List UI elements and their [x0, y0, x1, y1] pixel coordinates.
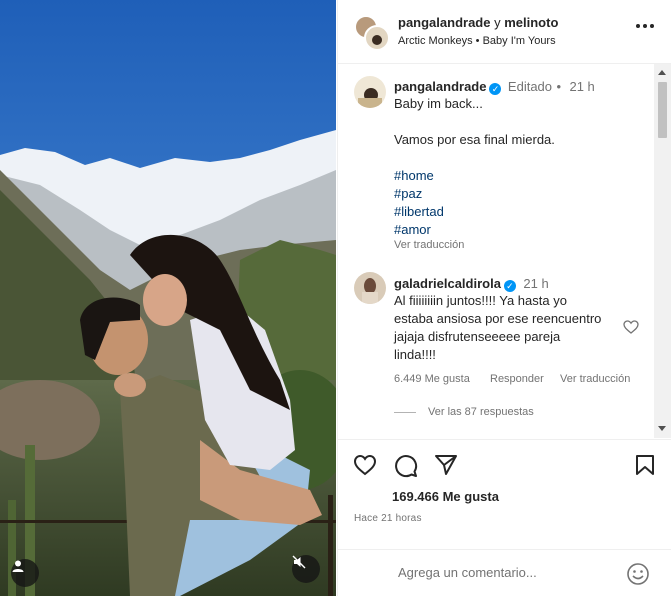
comment-likes[interactable]: 6.449 Me gusta: [394, 373, 470, 385]
header-user1[interactable]: pangalandrade: [398, 15, 490, 30]
share-send-icon[interactable]: [434, 454, 458, 476]
header-user2[interactable]: melinoto: [504, 15, 558, 30]
comment-header: galadrielcaldirola ✓ 21 h: [394, 275, 549, 293]
comments-section[interactable]: pangalandrade ✓ Editado • 21 h Baby im ba…: [338, 64, 671, 438]
post-timestamp: Hace 21 horas: [354, 513, 422, 524]
comment-line: Al fiiiiiiiin juntos!!!! Ya hasta yo: [394, 293, 567, 308]
comment-line: estaba ansiosa por ese reencuentro: [394, 311, 602, 326]
scrollbar-thumb[interactable]: [658, 82, 667, 138]
caption-edited: Editado: [507, 79, 553, 94]
comments-scrollbar[interactable]: [654, 64, 671, 438]
caption-translate-link[interactable]: Ver traducción: [394, 239, 464, 251]
post-like-count[interactable]: 169.466 Me gusta: [392, 489, 499, 504]
audio-artist[interactable]: Arctic Monkeys: [398, 35, 473, 47]
audio-muted-icon: [292, 555, 306, 569]
scroll-down-arrow-icon[interactable]: [658, 426, 666, 431]
caption-username[interactable]: pangalandrade: [394, 79, 486, 94]
scroll-up-arrow-icon[interactable]: [658, 70, 666, 75]
collab-avatars[interactable]: [354, 15, 390, 51]
like-heart-icon[interactable]: [353, 454, 377, 476]
hashtag-link[interactable]: #paz: [394, 186, 422, 201]
mute-button[interactable]: [292, 555, 320, 583]
post-actions: 169.466 Me gusta Hace 21 horas Agrega un…: [338, 439, 671, 597]
more-dot-icon: [643, 24, 647, 28]
post-header: pangalandrade y melinoto Arctic Monkeys …: [338, 0, 671, 64]
post-photo: [0, 0, 336, 596]
comment-username[interactable]: galadrielcaldirola: [394, 276, 501, 291]
header-usernames: pangalandrade y melinoto: [398, 15, 558, 30]
caption-sep: •: [556, 79, 562, 94]
save-bookmark-icon[interactable]: [635, 454, 655, 476]
comment-input[interactable]: Agrega un comentario...: [398, 565, 537, 580]
user-tag-button[interactable]: [11, 559, 39, 587]
post-details-panel: pangalandrade y melinoto Arctic Monkeys …: [337, 0, 671, 596]
verified-badge-icon: ✓: [503, 280, 516, 292]
hashtag-link[interactable]: #home: [394, 168, 434, 183]
avatar-user2[interactable]: [364, 25, 390, 51]
user-tag-icon: [12, 560, 24, 572]
comment-line: linda!!!!: [394, 347, 436, 362]
header-conj: y: [494, 15, 501, 30]
caption-header: pangalandrade ✓ Editado • 21 h: [394, 78, 595, 96]
hashtag-link[interactable]: #amor: [394, 222, 431, 237]
post-image[interactable]: [0, 0, 336, 596]
comment-translate-link[interactable]: Ver traducción: [560, 373, 630, 385]
caption-time: 21 h: [569, 79, 595, 94]
more-dot-icon: [636, 24, 640, 28]
comment-time: 21 h: [523, 276, 549, 291]
caption-line: Baby im back...: [394, 96, 483, 111]
hashtag-link[interactable]: #libertad: [394, 204, 444, 219]
comment-reply-button[interactable]: Responder: [490, 373, 544, 385]
comment-line: jajaja disfrutenseeeee pareja: [394, 329, 561, 344]
add-comment-bar: Agrega un comentario...: [338, 549, 671, 598]
caption-line: Vamos por esa final mierda.: [394, 132, 555, 147]
caption-avatar[interactable]: [354, 76, 386, 108]
audio-separator: •: [475, 35, 480, 47]
comment-bubble-icon[interactable]: [394, 454, 418, 478]
emoji-icon[interactable]: [626, 562, 650, 586]
verified-badge-icon: ✓: [489, 83, 502, 95]
comment-avatar[interactable]: [354, 272, 386, 304]
more-options-button[interactable]: [636, 24, 654, 28]
audio-song[interactable]: Baby I'm Yours: [483, 35, 556, 47]
audio-info[interactable]: Arctic Monkeys • Baby I'm Yours: [398, 35, 556, 47]
like-comment-heart-icon[interactable]: [623, 320, 639, 334]
replies-divider: [394, 412, 416, 413]
more-dot-icon: [650, 24, 654, 28]
view-replies-button[interactable]: Ver las 87 respuestas: [428, 406, 534, 418]
